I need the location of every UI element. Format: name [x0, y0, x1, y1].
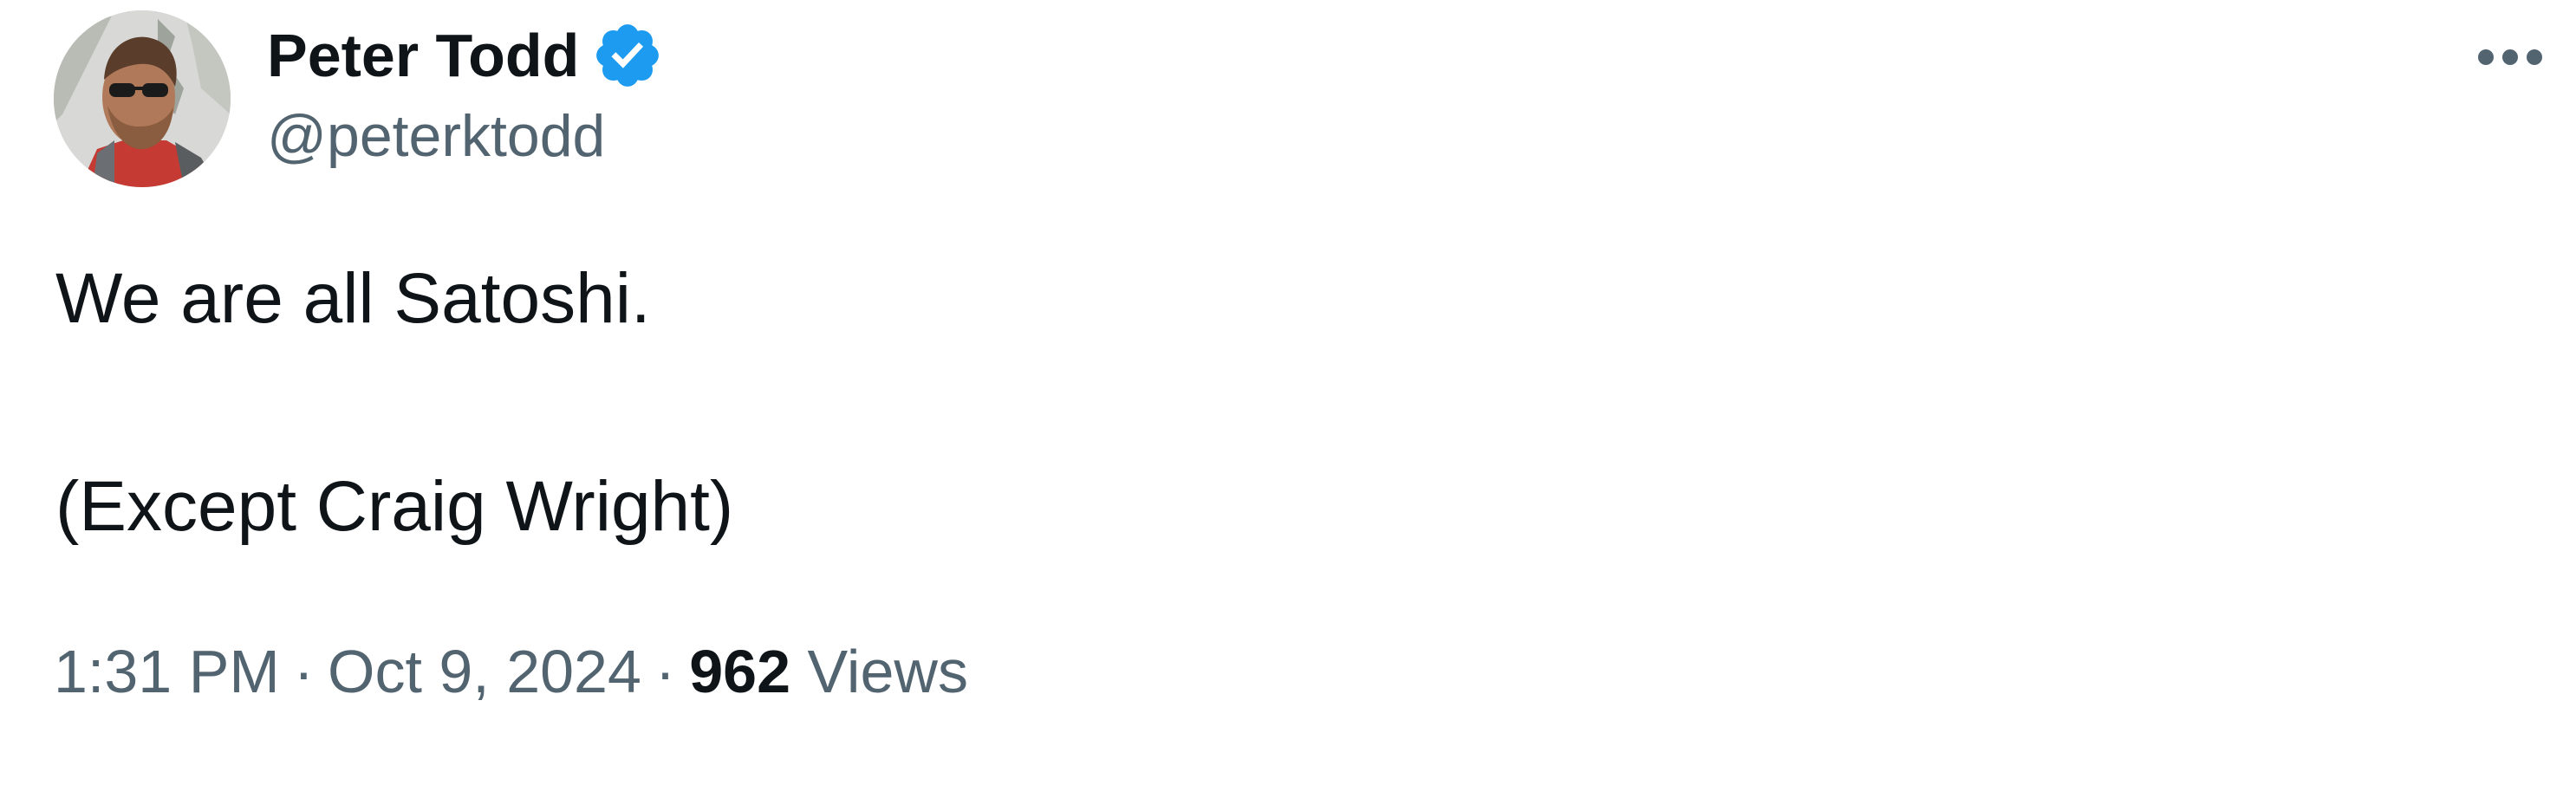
avatar[interactable]: [54, 10, 231, 187]
tweet-date: Oct 9, 2024: [328, 638, 641, 705]
views-count: 962: [689, 638, 791, 705]
meta-separator: ·: [293, 638, 315, 705]
tweet-text-line: (Except Craig Wright): [55, 467, 734, 546]
tweet-meta: 1:31 PM · Oct 9, 2024 · 962 Views: [54, 637, 968, 706]
tweet-timestamp-link[interactable]: 1:31 PM · Oct 9, 2024: [54, 638, 641, 705]
author-handle[interactable]: @peterktodd: [267, 102, 605, 170]
tweet-card: Peter Todd @peterktodd We are all Satosh…: [0, 0, 2576, 785]
more-horizontal-icon: [2478, 49, 2542, 65]
more-options-button[interactable]: [2467, 33, 2553, 81]
views-label: Views: [807, 638, 968, 705]
tweet-time: 1:31 PM: [54, 638, 280, 705]
meta-separator: ·: [654, 638, 676, 705]
tweet-text-line: We are all Satoshi.: [55, 259, 651, 338]
author-name-row[interactable]: Peter Todd: [267, 17, 664, 94]
avatar-photo-icon: [54, 10, 231, 187]
verified-badge-icon[interactable]: [591, 19, 664, 92]
author-display-name[interactable]: Peter Todd: [267, 21, 579, 90]
views-link[interactable]: 962 Views: [689, 638, 968, 705]
